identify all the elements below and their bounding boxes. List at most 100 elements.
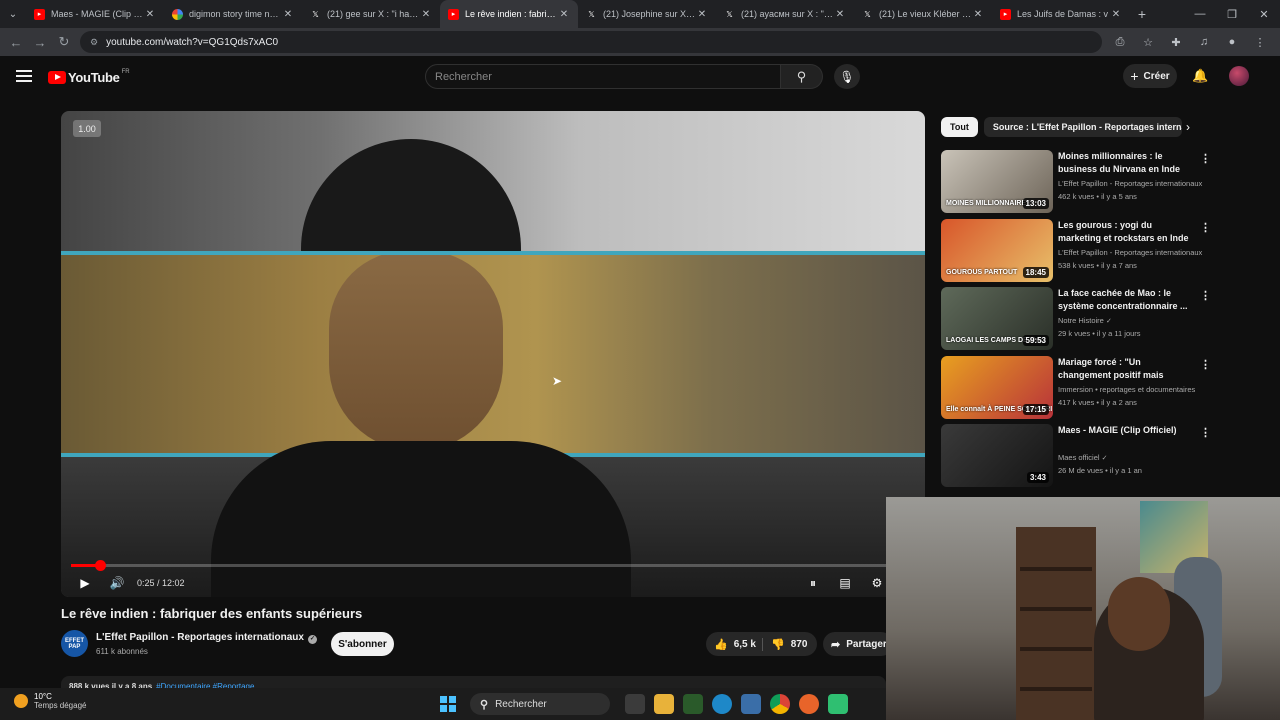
firefox-icon[interactable]	[798, 694, 819, 714]
upload-age: il y a 2 ans	[1101, 397, 1137, 407]
video-thumbnail[interactable]: 3:43	[941, 424, 1053, 487]
weather-widget[interactable]: 10°C Temps dégagé	[14, 692, 86, 710]
more-options-icon[interactable]: ⋮	[1200, 221, 1211, 234]
account-avatar[interactable]	[1229, 66, 1249, 86]
search-button[interactable]: ⚲	[781, 64, 823, 89]
browser-tab[interactable]: 𝕏 (21) ayacмн sur X : "@Sc ✕	[716, 0, 854, 28]
recommendation-channel[interactable]: Notre Histoire ✓	[1058, 316, 1210, 325]
nvidia-icon[interactable]	[682, 694, 703, 714]
windows-start-icon[interactable]	[440, 696, 456, 712]
recommendation-channel[interactable]: L'Effet Papillon - Reportages internatio…	[1058, 248, 1210, 257]
recommendation-item[interactable]: GOUROUS PARTOUT 18:45 Les gourous : yogi d…	[941, 218, 1211, 283]
play-icon[interactable]: ▶	[69, 569, 101, 597]
share-button[interactable]: ➦ Partager	[823, 632, 893, 656]
youtube-play-icon	[48, 71, 66, 84]
browser-tab[interactable]: ▸ Maes - MAGIE (Clip Officiel)✕	[26, 0, 164, 28]
notifications-bell-icon[interactable]: 🔔	[1192, 68, 1208, 84]
x-icon: 𝕏	[726, 9, 733, 19]
more-options-icon[interactable]: ⋮	[1200, 152, 1211, 165]
install-app-icon[interactable]: ⎙	[1108, 30, 1132, 54]
windows-taskbar: 10°C Temps dégagé ⚲ Rechercher	[0, 688, 886, 720]
recommendation-title[interactable]: Moines millionnaires : le business du Ni…	[1058, 150, 1193, 176]
browser-tab[interactable]: 𝕏 (21) Josephine sur X : "No✕	[578, 0, 716, 28]
tab-title: Les Juifs de Damas : v	[1017, 9, 1109, 19]
recommendation-item[interactable]: 3:43 Maes - MAGIE (Clip Officiel) Maes off…	[941, 424, 1211, 488]
recommendation-title[interactable]: Maes - MAGIE (Clip Officiel)	[1058, 424, 1193, 437]
voice-search-button[interactable]: 🎙	[834, 64, 860, 89]
recommendation-channel[interactable]: Immersion • reportages et documentaires	[1058, 385, 1210, 394]
autoplay-toggle-icon[interactable]: ⏸	[797, 569, 829, 597]
minimize-icon[interactable]: —	[1184, 0, 1216, 28]
channel-name[interactable]: L'Effet Papillon - Reportages internatio…	[96, 632, 317, 644]
tab-title: digimon story time note j	[189, 9, 282, 19]
tab-close-icon[interactable]: ✕	[834, 9, 846, 20]
back-icon[interactable]: ←	[4, 30, 28, 54]
recommendation-title[interactable]: La face cachée de Mao : le système conce…	[1058, 287, 1193, 313]
like-button[interactable]: 👍 6,5 k	[706, 637, 763, 651]
reload-icon[interactable]: ↻	[52, 30, 76, 54]
video-thumbnail[interactable]: LAOGAI LES CAMPS DE MAO 59:53	[941, 287, 1053, 350]
dislike-button[interactable]: 👎 870	[763, 638, 807, 651]
logo-text: YouTube	[68, 70, 120, 85]
chevron-right-icon[interactable]: ›	[1186, 120, 1190, 134]
video-thumbnail[interactable]: GOUROUS PARTOUT 18:45	[941, 218, 1053, 282]
recommendation-channel[interactable]: Maes officiel ✓	[1058, 453, 1210, 462]
new-tab-icon[interactable]: +	[1130, 6, 1154, 22]
more-options-icon[interactable]: ⋮	[1200, 358, 1211, 371]
chip-source[interactable]: Source : L'Effet Papillon - Reportages i…	[983, 117, 1182, 137]
tab-close-icon[interactable]: ✕	[282, 9, 294, 20]
taskbar-search[interactable]: ⚲ Rechercher	[470, 693, 610, 715]
profile-icon[interactable]: ●	[1220, 30, 1244, 54]
subtitles-icon[interactable]: ▤	[829, 569, 861, 597]
create-button[interactable]: + Créer	[1123, 64, 1177, 88]
browser-tab[interactable]: ▸ Les Juifs de Damas : v ✕	[992, 0, 1130, 28]
channel-avatar[interactable]: EFFET PAP	[61, 630, 88, 657]
more-options-icon[interactable]: ⋮	[1200, 426, 1211, 439]
tab-close-icon[interactable]: ✕	[696, 9, 708, 20]
recommendation-title[interactable]: Mariage forcé : "Un changement positif m…	[1058, 356, 1193, 382]
close-window-icon[interactable]: ✕	[1248, 0, 1280, 28]
youtube-logo[interactable]: YouTube FR	[48, 69, 130, 85]
recommendation-item[interactable]: LAOGAI LES CAMPS DE MAO 59:53 La face cach…	[941, 287, 1211, 351]
browser-tab[interactable]: ▸ Le rêve indien : fabriquer ✕	[440, 0, 578, 28]
browser-menu-icon[interactable]: ⋮	[1248, 30, 1272, 54]
recommendation-item[interactable]: Elle connaît À PEINE SON MARI 17:15 Mariag…	[941, 355, 1211, 420]
recommendation-channel[interactable]: L'Effet Papillon - Reportages internatio…	[1058, 179, 1210, 188]
tab-close-icon[interactable]: ✕	[972, 9, 984, 20]
task-view-icon[interactable]	[624, 694, 645, 714]
volume-icon[interactable]: 🔊	[101, 569, 133, 597]
tab-close-icon[interactable]: ✕	[558, 9, 570, 20]
recommendation-title[interactable]: Les gourous : yogi du marketing et rocks…	[1058, 219, 1193, 245]
video-thumbnail[interactable]: Elle connaît À PEINE SON MARI 17:15	[941, 355, 1053, 419]
file-explorer-icon[interactable]	[653, 694, 674, 714]
browser-tab[interactable]: digimon story time note j ✕	[164, 0, 302, 28]
address-bar[interactable]: ⚙ youtube.com/watch?v=QG1Qds7xAC0	[80, 31, 1102, 53]
search-input[interactable]: Rechercher	[425, 64, 781, 89]
browser-tab[interactable]: 𝕏 (21) Le vieux Kléber sur X✕	[854, 0, 992, 28]
more-options-icon[interactable]: ⋮	[1200, 289, 1211, 302]
video-player[interactable]: 1.00 ➤ ▶ 🔊 0:25 / 12:02 ⏸ ▤ ⚙ ▭	[61, 111, 925, 597]
chrome-icon[interactable]	[769, 694, 790, 714]
store-icon[interactable]	[740, 694, 761, 714]
bookmark-star-icon[interactable]: ☆	[1136, 30, 1160, 54]
tab-close-icon[interactable]: ✕	[420, 9, 432, 20]
video-thumbnail[interactable]: MOINES MILLIONNAIRES 13:03	[941, 150, 1053, 213]
chip-all[interactable]: Tout	[941, 117, 978, 137]
edge-icon[interactable]	[711, 694, 732, 714]
forward-icon[interactable]: →	[28, 30, 52, 54]
tab-close-icon[interactable]: ✕	[144, 9, 156, 20]
menu-icon[interactable]	[16, 70, 32, 82]
site-info-icon[interactable]: ⚙	[90, 37, 98, 48]
maximize-icon[interactable]: ❐	[1216, 0, 1248, 28]
progress-bar[interactable]	[71, 560, 915, 571]
recommendation-item[interactable]: MOINES MILLIONNAIRES 13:03 Moines millionn…	[941, 150, 1211, 214]
extensions-icon[interactable]: ✚	[1164, 30, 1188, 54]
tab-close-icon[interactable]: ✕	[1110, 9, 1122, 20]
tab-search-chevron-icon[interactable]: ⌄	[0, 0, 26, 28]
taskbar-search-label: Rechercher	[495, 698, 547, 710]
media-control-icon[interactable]: ♫	[1192, 30, 1216, 54]
channel-name-text: L'Effet Papillon - Reportages internatio…	[96, 632, 304, 643]
browser-tab[interactable]: 𝕏 (21) gee sur X : "i hate the✕	[302, 0, 440, 28]
android-studio-icon[interactable]	[827, 694, 848, 714]
subscribe-button[interactable]: S'abonner	[331, 632, 394, 656]
